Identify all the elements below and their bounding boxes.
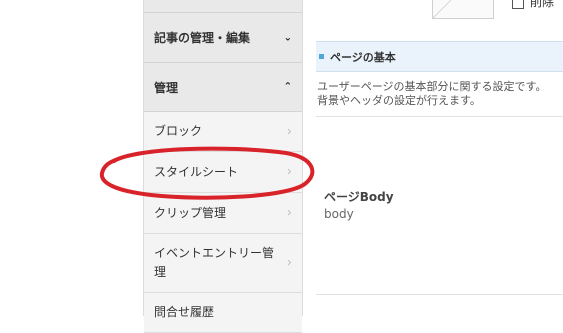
divider — [316, 294, 563, 295]
sidebar-section-label: 記事の管理・編集 — [154, 31, 251, 45]
sidebar-section-articles[interactable]: 記事の管理・編集 ⌄ — [144, 13, 302, 63]
sidebar-item-label: クリップ管理 — [154, 205, 227, 220]
chevron-right-icon: › — [286, 164, 292, 180]
image-placeholder — [432, 0, 494, 19]
field-label: ページBody — [324, 190, 394, 204]
field-value[interactable]: body — [324, 207, 354, 221]
description-line: ユーザーページの基本部分に関する設定です。 — [317, 80, 547, 93]
sidebar-item-label: スタイルシート — [154, 164, 239, 179]
delete-label: 削除 — [530, 0, 555, 9]
section-title: ページの基本 — [330, 50, 396, 64]
sidebar-item-label: 問合せ履歴 — [154, 305, 215, 319]
sidebar-item-label: イベントエントリー管理 — [154, 246, 275, 279]
sidebar-item-event-entry[interactable]: イベントエントリー管理 › — [144, 234, 302, 293]
section-header: ページの基本 — [316, 41, 563, 72]
chevron-right-icon: › — [286, 255, 292, 271]
description-line: 背景やヘッダの設定が行えます。 — [317, 94, 481, 107]
chevron-up-icon: ⌃ — [283, 81, 292, 93]
divider — [316, 116, 563, 117]
sidebar-item-stylesheet[interactable]: スタイルシート › — [144, 152, 302, 193]
section-description: ユーザーページの基本部分に関する設定です。 背景やヘッダの設定が行えます。 — [317, 80, 563, 108]
sidebar-section-prev[interactable] — [144, 0, 302, 13]
sidebar-section-label: 管理 — [154, 80, 179, 95]
chevron-down-icon: ⌄ — [283, 32, 292, 43]
sidebar: 記事の管理・編集 ⌄ 管理 ⌃ ブロック › スタイルシート › クリップ管理 … — [143, 0, 303, 333]
sidebar-section-admin[interactable]: 管理 ⌃ — [144, 63, 302, 112]
square-bullet-icon — [319, 54, 324, 59]
sidebar-item-clip[interactable]: クリップ管理 › — [144, 193, 302, 234]
chevron-right-icon: › — [286, 124, 292, 139]
sidebar-item-inquiry[interactable]: 問合せ履歴 — [144, 293, 302, 333]
sidebar-item-block[interactable]: ブロック › — [144, 112, 302, 152]
sidebar-item-label: ブロック — [154, 124, 203, 138]
chevron-right-icon: › — [286, 205, 292, 221]
delete-checkbox[interactable] — [512, 0, 524, 9]
